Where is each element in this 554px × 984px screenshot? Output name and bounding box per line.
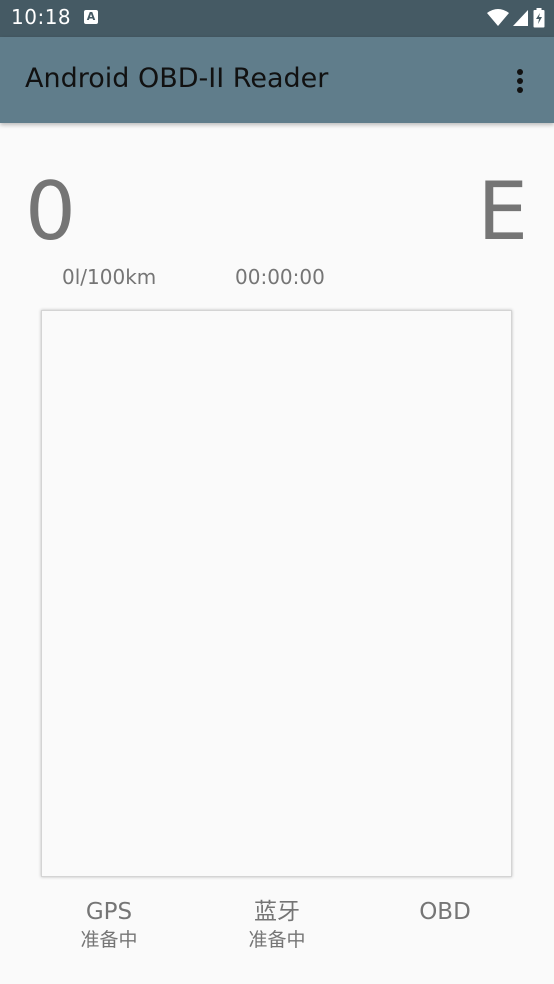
text-a-icon: A [84, 10, 98, 24]
app-title: Android OBD-II Reader [25, 63, 329, 94]
status-bar: 10:18 A [0, 0, 554, 37]
status-time: 10:18 [11, 5, 72, 29]
fuel-consumption-value: 0l/100km [62, 265, 157, 289]
bluetooth-status: 准备中 [248, 929, 306, 951]
cell-signal-icon [513, 10, 528, 26]
speed-value: 0 [25, 165, 76, 258]
obd-indicator: OBD [375, 897, 515, 927]
gps-label: GPS [85, 899, 133, 925]
status-icons [487, 8, 545, 28]
gps-status: 准备中 [80, 929, 138, 951]
trip-time-value: 00:00:00 [235, 265, 325, 289]
bluetooth-label: 蓝牙 [254, 899, 300, 925]
data-panel [41, 310, 512, 877]
bluetooth-indicator: 蓝牙 准备中 [207, 897, 347, 953]
battery-charging-icon [533, 8, 545, 28]
app-bar: Android OBD-II Reader [0, 37, 554, 123]
obd-label: OBD [419, 899, 471, 925]
wifi-icon [487, 9, 509, 26]
gear-value: E [477, 165, 528, 258]
gps-indicator: GPS 准备中 [39, 897, 179, 953]
more-vert-icon[interactable] [506, 67, 534, 95]
